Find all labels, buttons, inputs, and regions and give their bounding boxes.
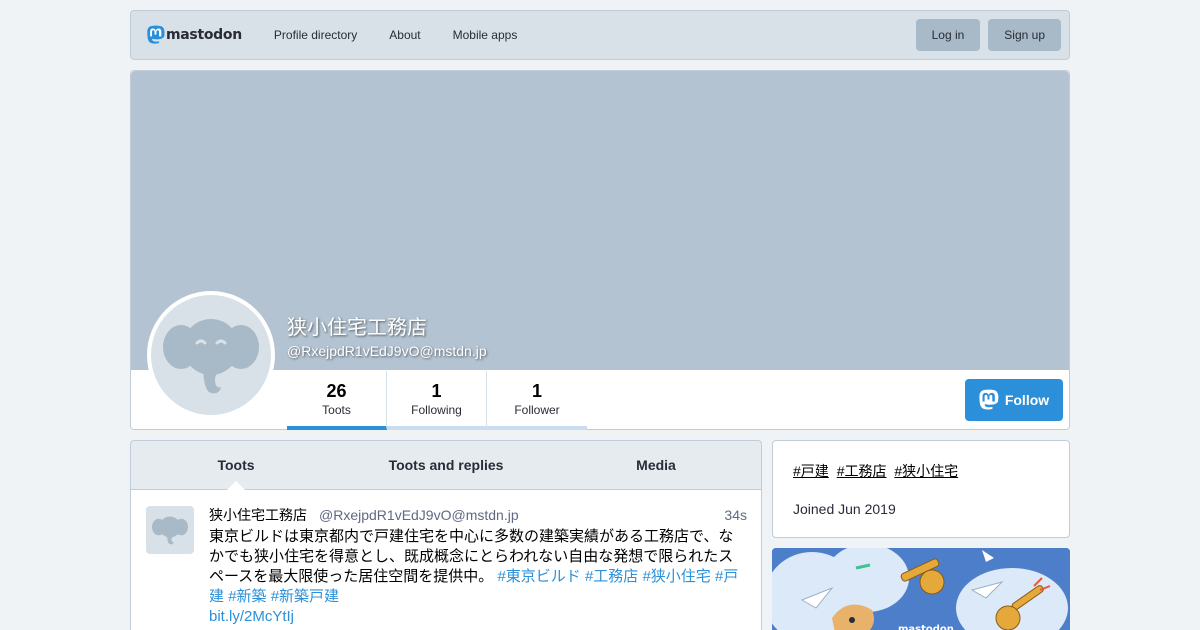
counter-label: Follower — [514, 403, 560, 417]
profile-cover-image — [131, 71, 1069, 370]
hashtag-link[interactable]: #東京ビルド — [497, 568, 580, 585]
tab-media[interactable]: Media — [551, 441, 761, 489]
promo-illustration: mastodon — [772, 548, 1070, 630]
joined-date: Joined Jun 2019 — [793, 501, 896, 517]
tab-toots[interactable]: Toots — [131, 441, 341, 490]
counter-label: Toots — [322, 403, 351, 417]
featured-tag[interactable]: #戸建 — [793, 463, 829, 479]
profile-header: 狭小住宅工務店 @RxejpdR1vEdJ9vO@mstdn.jp 26 Too… — [130, 70, 1070, 430]
featured-tag[interactable]: #狭小住宅 — [894, 463, 958, 479]
mastodon-icon — [147, 25, 165, 44]
featured-tag[interactable]: #工務店 — [837, 463, 887, 479]
hashtag-link[interactable]: #新築 — [228, 588, 266, 605]
status-avatar[interactable] — [146, 506, 194, 554]
timeline-tabs: Toots Toots and replies Media — [130, 440, 762, 490]
logo-text: mastodon — [166, 27, 242, 43]
elephant-icon — [163, 319, 259, 394]
nav-mobile-apps[interactable]: Mobile apps — [453, 28, 518, 42]
profile-avatar[interactable] — [147, 291, 275, 419]
hashtag-link[interactable]: #新築戸建 — [271, 588, 339, 605]
nav-about[interactable]: About — [389, 28, 420, 42]
counter-toots[interactable]: 26 Toots — [287, 371, 387, 430]
counter-value: 1 — [431, 381, 442, 401]
counter-label: Following — [411, 403, 462, 417]
profile-display-name: 狭小住宅工務店 — [287, 317, 427, 339]
profile-counters: 26 Toots 1 Following 1 Follower — [287, 371, 587, 430]
status-display-name[interactable]: 狭小住宅工務店 — [209, 505, 307, 525]
tab-toots-and-replies[interactable]: Toots and replies — [341, 441, 551, 489]
status-account[interactable]: @RxejpdR1vEdJ9vO@mstdn.jp — [319, 507, 519, 523]
featured-tags: #戸建 #工務店 #狭小住宅 — [793, 461, 962, 481]
status-item[interactable]: 狭小住宅工務店 @RxejpdR1vEdJ9vO@mstdn.jp 34s 東京… — [130, 490, 762, 630]
counter-followers[interactable]: 1 Follower — [487, 371, 587, 430]
login-button[interactable]: Log in — [915, 19, 981, 51]
follow-button[interactable]: Follow — [965, 379, 1063, 421]
status-url-link[interactable]: bit.ly/2McYtIj — [209, 608, 294, 625]
default-avatar-elephant — [151, 295, 271, 415]
counter-following[interactable]: 1 Following — [387, 371, 487, 430]
nav-profile-directory[interactable]: Profile directory — [274, 28, 357, 42]
follow-label: Follow — [1004, 392, 1050, 408]
profile-info-card: #戸建 #工務店 #狭小住宅 Joined Jun 2019 — [772, 440, 1070, 538]
hashtag-link[interactable]: #工務店 — [585, 568, 638, 585]
elephant-icon — [152, 516, 188, 545]
promo-logo-text: mastodon — [898, 624, 954, 630]
status-content: 東京ビルドは東京都内で戸建住宅を中心に多数の建築実績がある工務店で、なかでも狭小… — [209, 527, 747, 627]
status-timestamp[interactable]: 34s — [724, 507, 747, 523]
counter-value: 1 — [531, 381, 542, 401]
mastodon-promo-illustration: mastodon — [772, 548, 1070, 630]
signup-button[interactable]: Sign up — [988, 19, 1061, 51]
status-header: 狭小住宅工務店 @RxejpdR1vEdJ9vO@mstdn.jp 34s — [209, 505, 747, 525]
top-navigation: mastodon Profile directory About Mobile … — [130, 10, 1070, 60]
mastodon-icon — [979, 389, 999, 410]
counter-value: 26 — [326, 381, 347, 401]
profile-handle: @RxejpdR1vEdJ9vO@mstdn.jp — [287, 343, 487, 359]
hashtag-link[interactable]: #狭小住宅 — [642, 568, 710, 585]
mastodon-logo[interactable]: mastodon — [147, 25, 242, 45]
